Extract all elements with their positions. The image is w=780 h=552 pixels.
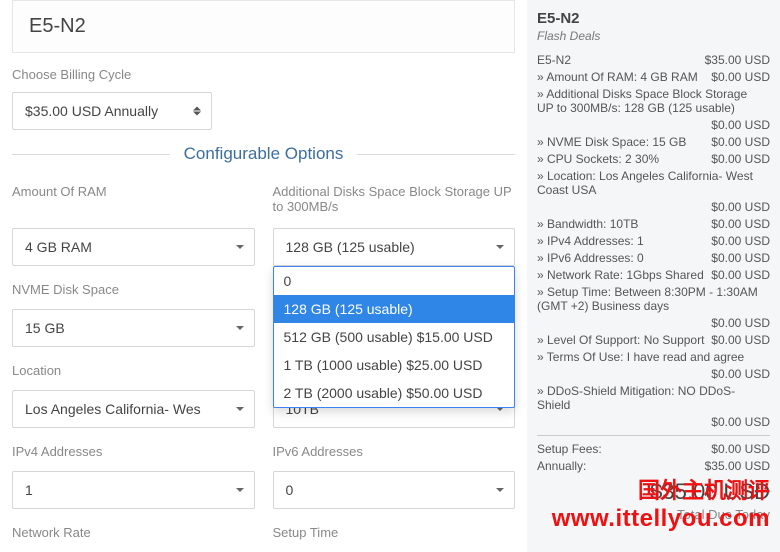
disks-option[interactable]: 0 [274, 267, 515, 295]
chevron-down-icon [236, 326, 244, 330]
nvme-value: 15 GB [25, 320, 65, 336]
disks-option[interactable]: 2 TB (2000 usable) $50.00 USD [274, 379, 515, 407]
location-label: Location [12, 363, 255, 380]
summary-line: » NVME Disk Space: 15 GB$0.00 USD [537, 135, 770, 149]
setup-time-label: Setup Time [273, 525, 516, 542]
disks-option[interactable]: 128 GB (125 usable) [274, 295, 515, 323]
configurable-options-title: Configurable Options [170, 144, 358, 164]
summary-line: $0.00 USD [537, 118, 770, 132]
summary-line: E5-N2$35.00 USD [537, 53, 770, 67]
ram-select[interactable]: 4 GB RAM [12, 228, 255, 266]
ipv4-label: IPv4 Addresses [12, 444, 255, 461]
billing-cycle-select[interactable]: $35.00 USD Annually [12, 92, 212, 130]
location-select[interactable]: Los Angeles California- Wes [12, 390, 255, 428]
ipv6-value: 0 [286, 482, 294, 498]
summary-line: » Setup Time: Between 8:30PM - 1:30AM (G… [537, 285, 770, 313]
nvme-label: NVME Disk Space [12, 282, 255, 299]
chevron-down-icon [236, 407, 244, 411]
summary-subtitle: Flash Deals [537, 29, 770, 43]
summary-line: » Additional Disks Space Block Storage U… [537, 87, 770, 115]
summary-total: $35.00 USD [537, 479, 770, 505]
summary-line: » Amount Of RAM: 4 GB RAM$0.00 USD [537, 70, 770, 84]
summary-line: » Bandwidth: 10TB$0.00 USD [537, 217, 770, 231]
summary-fee-line: Setup Fees:$0.00 USD [537, 442, 770, 456]
summary-line: » Level Of Support: No Support$0.00 USD [537, 333, 770, 347]
order-summary: E5-N2 Flash Deals E5-N2$35.00 USD » Amoun… [527, 0, 780, 552]
summary-line: » DDoS-Shield Mitigation: NO DDoS-Shield [537, 384, 770, 412]
summary-total-label: Total Due Today [537, 507, 770, 522]
summary-title: E5-N2 [537, 10, 770, 27]
ipv4-value: 1 [25, 482, 33, 498]
summary-line: » Network Rate: 1Gbps Shared$0.00 USD [537, 268, 770, 282]
ram-label: Amount Of RAM [12, 184, 255, 218]
chevron-down-icon [496, 488, 504, 492]
summary-line: » Terms Of Use: I have read and agree [537, 350, 770, 364]
chevron-down-icon [236, 488, 244, 492]
divider [357, 154, 515, 155]
location-value: Los Angeles California- Wes [25, 401, 222, 417]
ipv4-select[interactable]: 1 [12, 471, 255, 509]
billing-cycle-label: Choose Billing Cycle [12, 67, 515, 82]
summary-line: $0.00 USD [537, 200, 770, 214]
disks-option[interactable]: 512 GB (500 usable) $15.00 USD [274, 323, 515, 351]
ipv6-label: IPv6 Addresses [273, 444, 516, 461]
billing-cycle-value: $35.00 USD Annually [25, 103, 158, 119]
chevron-down-icon [236, 245, 244, 249]
summary-line: » CPU Sockets: 2 30%$0.00 USD [537, 152, 770, 166]
summary-line: $0.00 USD [537, 367, 770, 381]
divider [12, 154, 170, 155]
disks-select[interactable]: 128 GB (125 usable) [273, 228, 516, 266]
network-rate-label: Network Rate [12, 525, 255, 542]
summary-line: » Location: Los Angeles California- West… [537, 169, 770, 197]
up-down-icon [193, 107, 201, 116]
summary-line: $0.00 USD [537, 415, 770, 429]
product-title: E5-N2 [12, 0, 515, 53]
disks-value: 128 GB (125 usable) [286, 239, 415, 255]
summary-line: » IPv4 Addresses: 1$0.00 USD [537, 234, 770, 248]
chevron-down-icon [496, 245, 504, 249]
ipv6-select[interactable]: 0 [273, 471, 516, 509]
summary-line: » IPv6 Addresses: 0$0.00 USD [537, 251, 770, 265]
summary-line: $0.00 USD [537, 316, 770, 330]
summary-fee-line: Annually:$35.00 USD [537, 459, 770, 473]
disks-label: Additional Disks Space Block Storage UP … [273, 184, 516, 218]
divider [537, 435, 770, 436]
disks-option[interactable]: 1 TB (1000 usable) $25.00 USD [274, 351, 515, 379]
ram-value: 4 GB RAM [25, 239, 92, 255]
nvme-select[interactable]: 15 GB [12, 309, 255, 347]
disks-dropdown: 0 128 GB (125 usable) 512 GB (500 usable… [273, 266, 516, 408]
